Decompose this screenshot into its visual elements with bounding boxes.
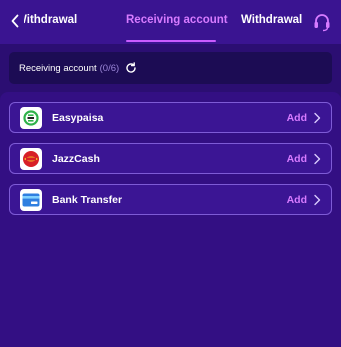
- headset-icon: [314, 14, 330, 32]
- summary-count: (0/6): [99, 62, 120, 74]
- receiving-account-summary: Receiving account (0/6): [9, 52, 332, 84]
- tab-withdrawal-history-label: Withdrawal history: [241, 14, 303, 26]
- top-navigation-bar: Withdrawal Receiving account Withdrawal …: [0, 0, 341, 44]
- chevron-left-icon: [11, 14, 19, 28]
- chevron-right-icon: [313, 194, 321, 206]
- summary-label: Receiving account: [19, 62, 97, 74]
- refresh-button[interactable]: [125, 62, 137, 74]
- account-label-easypaisa: Easypaisa: [52, 111, 104, 124]
- chevron-right-icon: [313, 112, 321, 124]
- account-row-bank-transfer[interactable]: Bank Transfer Add: [9, 184, 332, 215]
- tab-withdrawal-label: Withdrawal: [24, 14, 78, 26]
- add-bank-transfer-button[interactable]: Add: [287, 194, 307, 206]
- active-tab-indicator: [126, 40, 216, 42]
- tab-withdrawal[interactable]: Withdrawal: [24, 14, 114, 26]
- account-list-panel: Easypaisa Add JazzCash Add Bank Transfer…: [0, 92, 341, 347]
- customer-support-button[interactable]: [309, 10, 335, 34]
- tab-receiving-account-label: Receiving account: [126, 14, 228, 26]
- tab-withdrawal-history[interactable]: Withdrawal history: [241, 14, 303, 26]
- chevron-right-icon: [313, 153, 321, 165]
- account-row-easypaisa[interactable]: Easypaisa Add: [9, 102, 332, 133]
- bank-card-icon: [20, 188, 42, 211]
- refresh-icon: [126, 62, 136, 73]
- account-label-bank-transfer: Bank Transfer: [52, 193, 123, 206]
- easypaisa-logo-icon: [20, 106, 42, 129]
- add-easypaisa-button[interactable]: Add: [287, 112, 307, 124]
- account-row-jazzcash[interactable]: JazzCash Add: [9, 143, 332, 174]
- add-jazzcash-button[interactable]: Add: [287, 153, 307, 165]
- jazzcash-logo-icon: [20, 147, 42, 170]
- tab-receiving-account[interactable]: Receiving account: [126, 14, 228, 26]
- back-button[interactable]: [6, 10, 24, 32]
- account-label-jazzcash: JazzCash: [52, 152, 100, 165]
